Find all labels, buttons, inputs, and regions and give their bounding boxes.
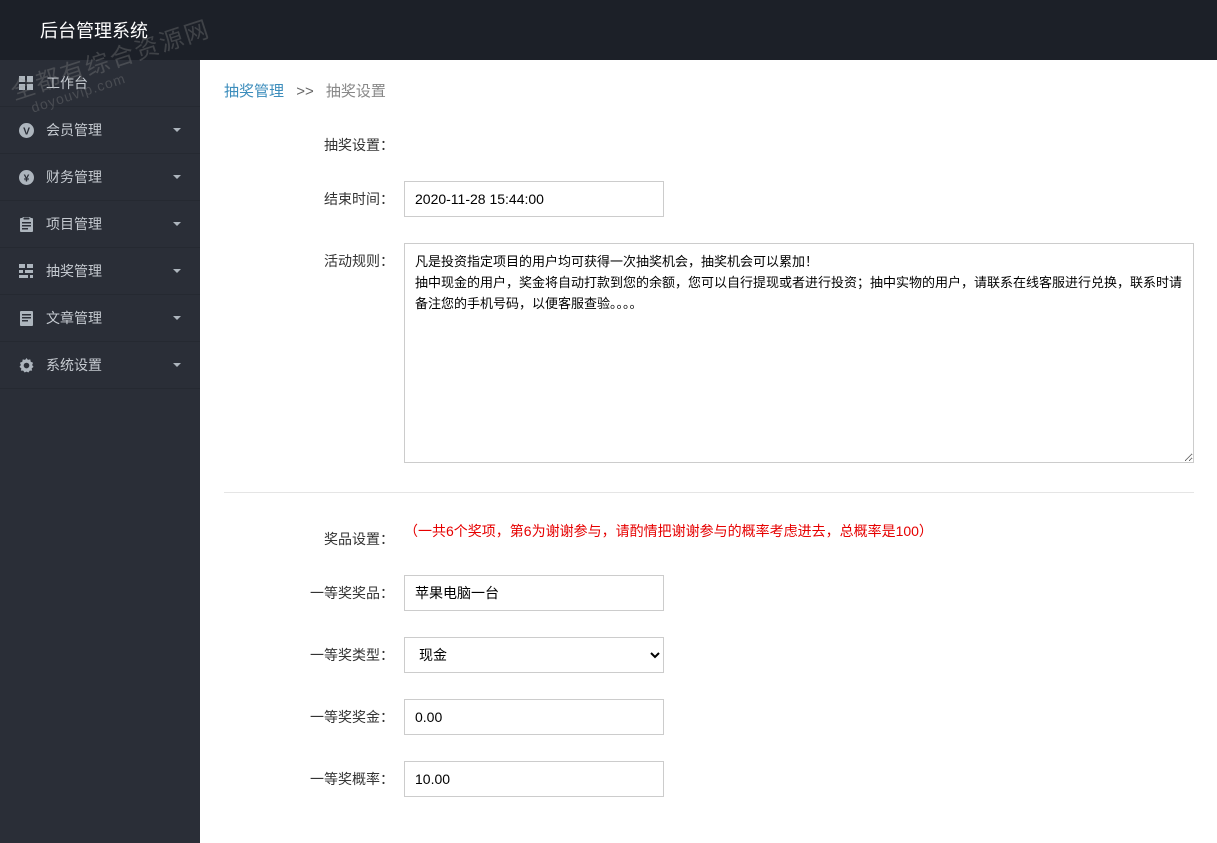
finance-icon: ¥ — [16, 167, 36, 187]
sidebar-item-dashboard[interactable]: 工作台 — [0, 60, 200, 107]
end-time-input[interactable] — [404, 181, 664, 217]
sidebar-item-label: 财务管理 — [46, 167, 170, 187]
svg-text:V: V — [23, 126, 30, 137]
sidebar-item-label: 文章管理 — [46, 308, 170, 328]
chevron-down-icon — [170, 358, 184, 372]
sidebar-item-label: 抽奖管理 — [46, 261, 170, 281]
clipboard-icon — [16, 214, 36, 234]
chevron-down-icon — [170, 123, 184, 137]
breadcrumb-separator: >> — [296, 83, 314, 100]
prize1-name-input[interactable] — [404, 575, 664, 611]
end-time-label: 结束时间： — [304, 181, 394, 209]
sidebar-item-system[interactable]: 系统设置 — [0, 342, 200, 389]
lottery-icon — [16, 261, 36, 281]
header-title: 后台管理系统 — [40, 17, 148, 43]
prize-section-label: 奖品设置： — [304, 521, 394, 549]
breadcrumb-link[interactable]: 抽奖管理 — [224, 83, 284, 100]
divider — [224, 492, 1194, 493]
section-label: 抽奖设置： — [304, 127, 394, 155]
prize1-prob-input[interactable] — [404, 761, 664, 797]
prize1-prob-label: 一等奖概率： — [304, 761, 394, 789]
prize1-amount-label: 一等奖奖金： — [304, 699, 394, 727]
doc-icon — [16, 308, 36, 328]
gear-icon — [16, 355, 36, 375]
sidebar-item-label: 项目管理 — [46, 214, 170, 234]
sidebar-item-project[interactable]: 项目管理 — [0, 201, 200, 248]
sidebar-item-label: 系统设置 — [46, 355, 170, 375]
breadcrumb-current: 抽奖设置 — [326, 83, 386, 100]
rules-textarea[interactable]: 凡是投资指定项目的用户均可获得一次抽奖机会，抽奖机会可以累加！ 抽中现金的用户，… — [404, 243, 1194, 463]
header: 后台管理系统 — [0, 0, 1217, 60]
chevron-down-icon — [170, 264, 184, 278]
sidebar-item-article[interactable]: 文章管理 — [0, 295, 200, 342]
chevron-down-icon — [170, 311, 184, 325]
prize-hint: （一共6个奖项，第6为谢谢参与，请酌情把谢谢参与的概率考虑进去，总概率是100） — [404, 515, 933, 539]
chevron-down-icon — [170, 217, 184, 231]
sidebar-item-member[interactable]: V 会员管理 — [0, 107, 200, 154]
sidebar: 工作台 V 会员管理 ¥ 财务管理 项目管理 — [0, 60, 200, 843]
member-icon: V — [16, 120, 36, 140]
sidebar-item-lottery[interactable]: 抽奖管理 — [0, 248, 200, 295]
prize1-amount-input[interactable] — [404, 699, 664, 735]
breadcrumb: 抽奖管理 >> 抽奖设置 — [224, 80, 1194, 101]
prize1-type-select[interactable]: 现金 — [404, 637, 664, 673]
chevron-down-icon — [170, 170, 184, 184]
rules-label: 活动规则： — [304, 243, 394, 271]
prize1-name-label: 一等奖奖品： — [304, 575, 394, 603]
sidebar-item-finance[interactable]: ¥ 财务管理 — [0, 154, 200, 201]
main-content: 抽奖管理 >> 抽奖设置 抽奖设置： 结束时间： 活动规则： 凡是投资指定项目的… — [200, 60, 1217, 843]
sidebar-item-label: 会员管理 — [46, 120, 170, 140]
sidebar-item-label: 工作台 — [46, 73, 184, 93]
svg-text:¥: ¥ — [23, 173, 29, 184]
prize1-type-label: 一等奖类型： — [304, 637, 394, 665]
grid-icon — [16, 73, 36, 93]
